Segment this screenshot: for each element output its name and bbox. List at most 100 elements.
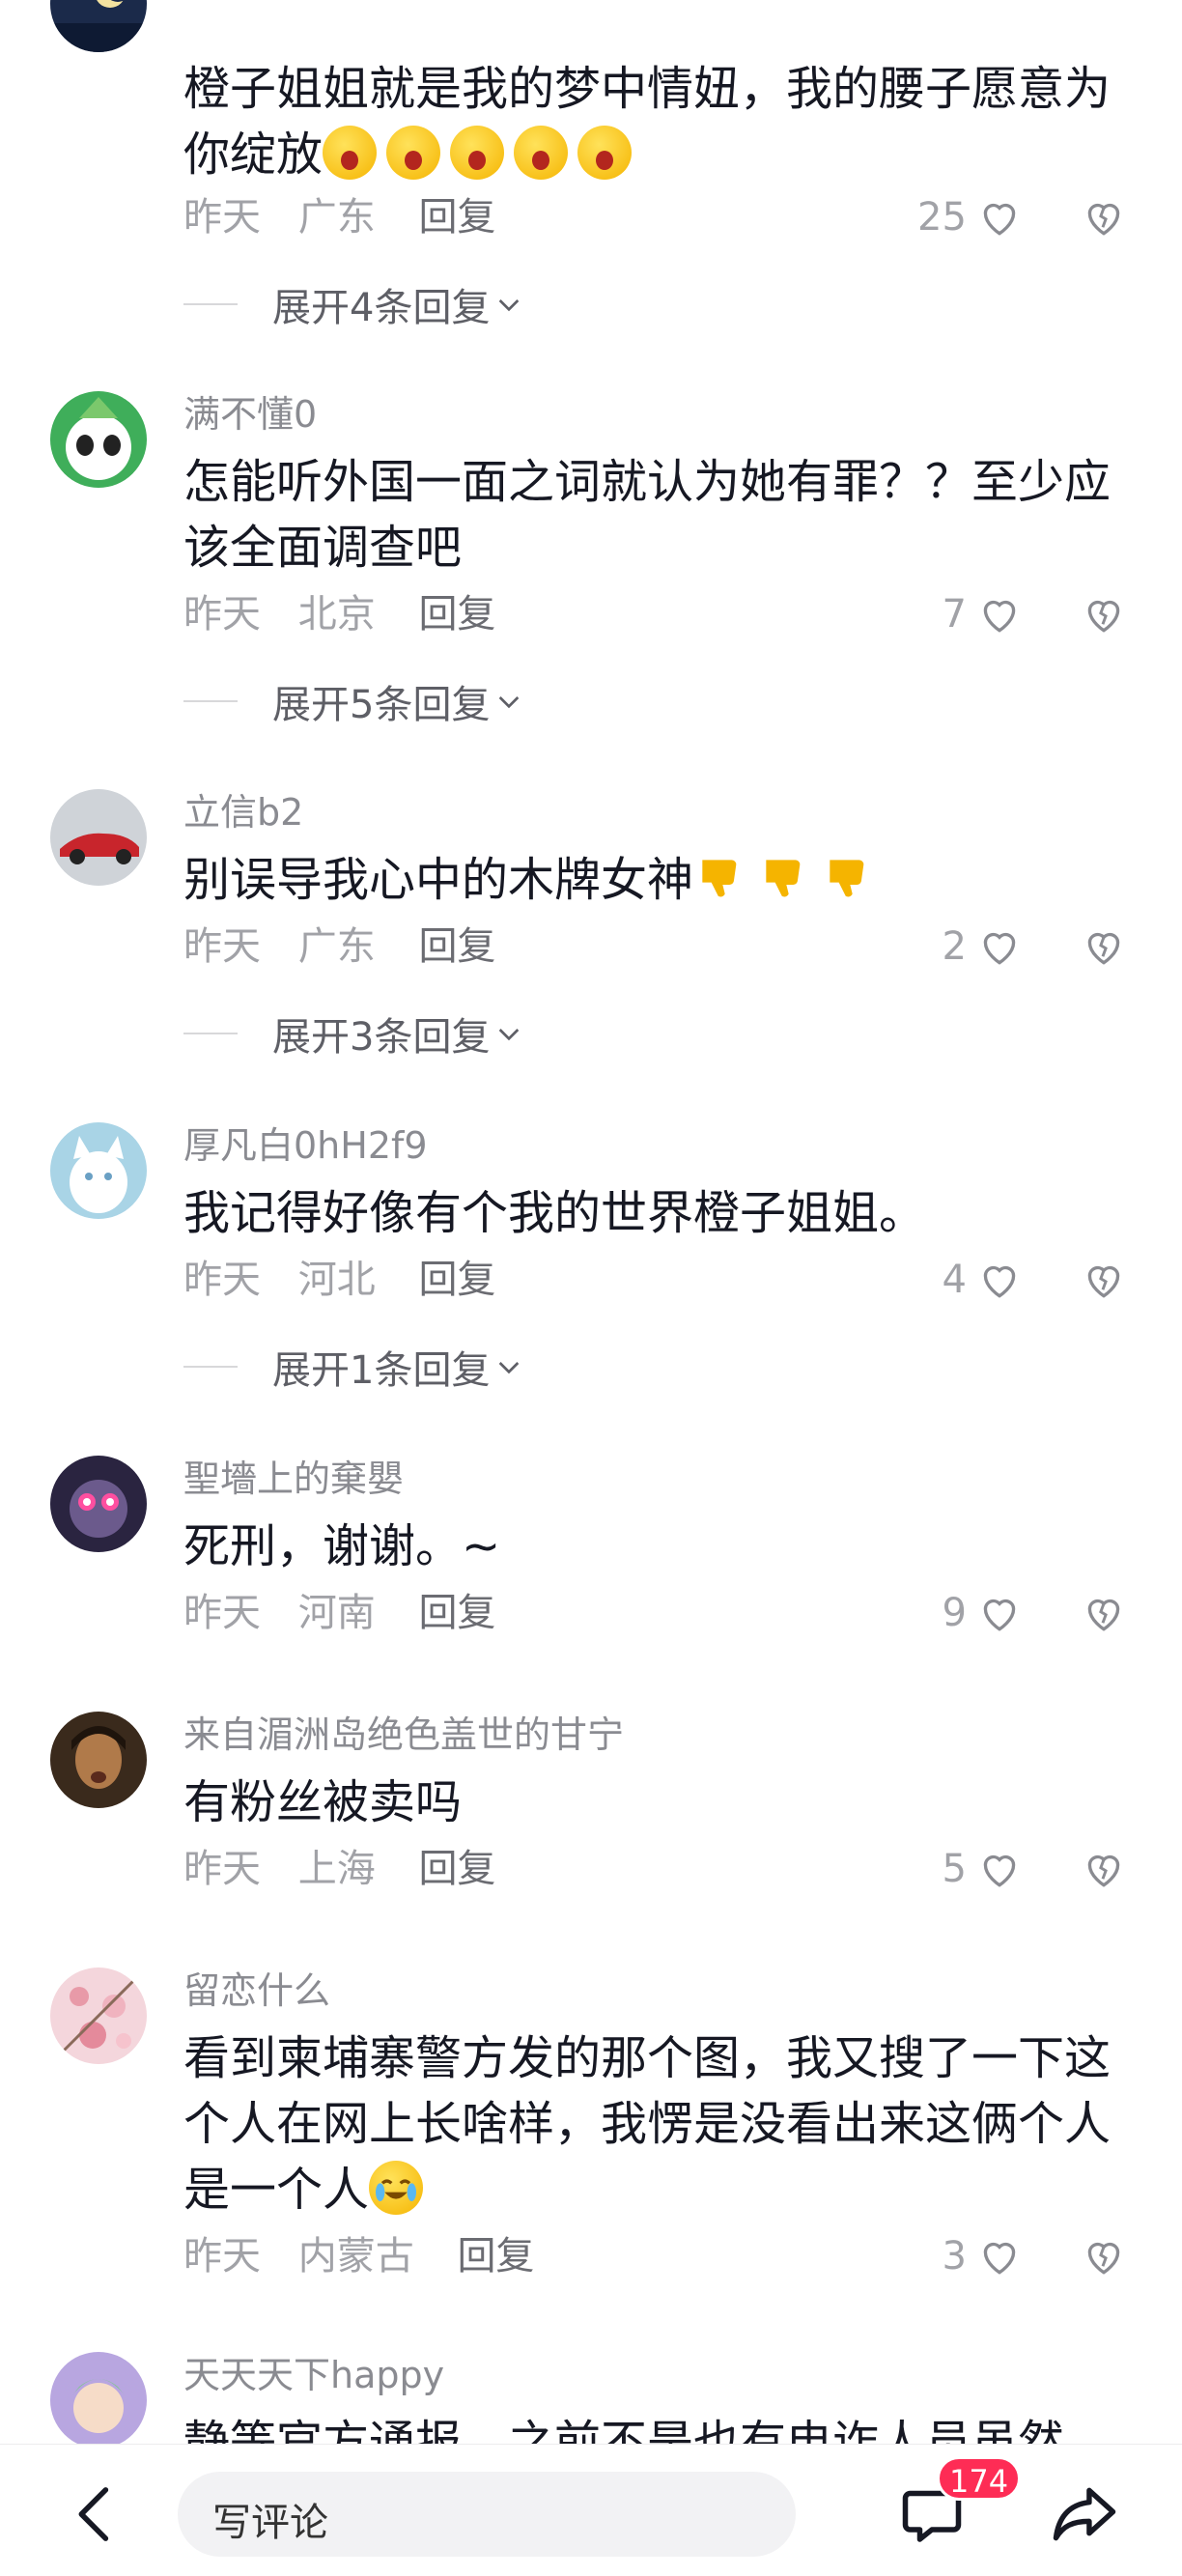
back-arrow-icon[interactable] — [68, 2483, 122, 2545]
comment-time: 昨天 — [183, 1258, 261, 1302]
heart-icon — [983, 1599, 1016, 1631]
comment-input-placeholder: 写评论 — [212, 2501, 328, 2545]
expand-replies[interactable]: 展开1条回复 — [183, 1339, 524, 1393]
comment-text: 我记得好像有个我的世界橙子姐姐。 — [183, 1180, 1140, 1246]
comment-text: 别误导我心中的木牌女神 — [183, 847, 1140, 913]
shock-emoji — [323, 126, 378, 180]
reply-button[interactable]: 回复 — [418, 924, 495, 969]
comment-body: 我记得好像有个我的世界橙子姐姐。 — [183, 1186, 926, 1240]
username[interactable]: 留恋什么 — [183, 1967, 330, 2014]
expand-replies[interactable]: 展开5条回复 — [183, 673, 524, 727]
username[interactable]: 来自湄洲岛绝色盖世的甘宁 — [183, 1712, 624, 1758]
crying-laughing-emoji — [369, 2161, 424, 2215]
like-button[interactable]: 25 — [869, 190, 1024, 244]
thumbs-down-emoji — [693, 851, 747, 905]
broken-heart-icon[interactable] — [1080, 1256, 1128, 1304]
broken-heart-icon[interactable] — [1080, 193, 1128, 241]
username[interactable]: 厚凡白0hH2f9 — [183, 1122, 428, 1169]
comment-body: 死刑，谢谢。~ — [183, 1519, 501, 1573]
like-button[interactable]: 9 — [869, 1586, 1024, 1640]
username[interactable]: 天天天下happy — [183, 2352, 444, 2398]
avatar[interactable] — [50, 1967, 147, 2064]
expand-replies[interactable]: 展开4条回复 — [183, 276, 524, 330]
comment-location: 上海 — [297, 1847, 376, 1891]
avatar[interactable] — [50, 789, 147, 886]
comment-body: 橙子姐姐就是我的梦中情妞，我的腰子愿意为你绽放 — [183, 62, 1112, 182]
comment-meta: 昨天 上海 回复 — [183, 1845, 521, 1893]
avatar[interactable] — [50, 2352, 147, 2444]
like-button[interactable]: 7 — [869, 587, 1024, 641]
like-count: 9 — [942, 1591, 967, 1635]
reply-button[interactable]: 回复 — [418, 1258, 495, 1302]
comment-text: 怎能听外国一面之词就认为她有罪？？至少应该全面调查吧 — [183, 449, 1140, 580]
heart-icon — [983, 1854, 1016, 1887]
like-count: 3 — [942, 2234, 967, 2279]
thumbs-down-emoji — [821, 851, 875, 905]
heart-icon — [983, 2242, 1016, 2275]
comment-text: 看到柬埔寨警方发的那个图，我又搜了一下这个人在网上长啥样，我愣是没看出来这俩个人… — [183, 2025, 1140, 2222]
comment-text: 死刑，谢谢。~ — [183, 1514, 1140, 1579]
comment-text: 静等官方通报，之前不是也有电诈人员虽然 — [183, 2410, 1140, 2444]
comment-meta: 昨天 河北 回复 — [183, 1256, 521, 1304]
comment-body: 看到柬埔寨警方发的那个图，我又搜了一下这个人在网上长啥样，我愣是没看出来这俩个人… — [183, 2031, 1112, 2217]
avatar[interactable] — [50, 391, 147, 488]
shock-emoji — [450, 126, 505, 180]
thumbs-down-emoji — [757, 851, 811, 905]
chevron-down-icon — [499, 299, 520, 312]
broken-heart-icon[interactable] — [1080, 590, 1128, 638]
username[interactable]: 满不懂0 — [183, 391, 317, 438]
broken-heart-icon[interactable] — [1080, 2232, 1128, 2280]
comment-body: 怎能听外国一面之词就认为她有罪？？至少应该全面调查吧 — [183, 455, 1112, 575]
shock-emoji — [577, 126, 633, 180]
comment-time: 昨天 — [183, 1591, 261, 1635]
like-count: 25 — [917, 195, 967, 240]
like-count: 2 — [942, 924, 967, 969]
chevron-down-icon — [499, 1029, 520, 1041]
comment-body: 别误导我心中的木牌女神 — [183, 853, 694, 907]
broken-heart-icon[interactable] — [1080, 1589, 1128, 1637]
reply-button[interactable]: 回复 — [457, 2234, 534, 2279]
comment-count-badge: 174 — [937, 2456, 1022, 2501]
reply-button[interactable]: 回复 — [418, 592, 495, 637]
comment-time: 昨天 — [183, 592, 261, 637]
comment-meta: 昨天 广东 回复 — [183, 922, 521, 971]
expand-replies-label: 展开3条回复 — [272, 1015, 491, 1060]
comment-meta: 昨天 北京 回复 — [183, 590, 521, 638]
like-count: 5 — [942, 1847, 967, 1891]
username[interactable]: 聖墻上的棄嬰 — [183, 1456, 404, 1502]
username[interactable]: 立信b2 — [183, 789, 303, 835]
divider-line — [183, 700, 238, 702]
reply-button[interactable]: 回复 — [418, 1847, 495, 1891]
comment-body: 有粉丝被卖吗 — [183, 1775, 463, 1829]
comment-text: 有粉丝被卖吗 — [183, 1769, 1140, 1835]
share-icon[interactable] — [1051, 2483, 1118, 2545]
reply-button[interactable]: 回复 — [418, 195, 495, 240]
avatar[interactable] — [50, 0, 147, 52]
comment-feed[interactable]: 橙子姐姐就是我的梦中情妞，我的腰子愿意为你绽放 昨天 广东 回复 25 展开4条… — [0, 0, 1182, 2444]
expand-replies-label: 展开5条回复 — [272, 683, 491, 727]
heart-icon — [983, 932, 1016, 965]
heart-icon — [983, 1265, 1016, 1298]
comment-input[interactable]: 写评论 — [178, 2472, 796, 2557]
reply-button[interactable]: 回复 — [418, 1591, 495, 1635]
like-count: 7 — [942, 592, 967, 637]
like-count: 4 — [942, 1258, 967, 1302]
comment-meta: 昨天 河南 回复 — [183, 1589, 521, 1637]
expand-replies-label: 展开1条回复 — [272, 1348, 491, 1393]
heart-icon — [983, 600, 1016, 633]
comment-location: 河南 — [297, 1591, 376, 1635]
avatar[interactable] — [50, 1456, 147, 1552]
like-button[interactable]: 4 — [869, 1253, 1024, 1307]
chevron-down-icon — [499, 696, 520, 709]
expand-replies[interactable]: 展开3条回复 — [183, 1005, 524, 1060]
like-button[interactable]: 2 — [869, 920, 1024, 974]
bottom-bar: 写评论 174 — [0, 2444, 1182, 2576]
broken-heart-icon[interactable] — [1080, 1845, 1128, 1893]
comment-location: 广东 — [297, 195, 376, 240]
avatar[interactable] — [50, 1712, 147, 1808]
like-button[interactable]: 5 — [869, 1842, 1024, 1896]
avatar[interactable] — [50, 1122, 147, 1219]
comment-location: 广东 — [297, 924, 376, 969]
like-button[interactable]: 3 — [869, 2229, 1024, 2283]
broken-heart-icon[interactable] — [1080, 922, 1128, 971]
